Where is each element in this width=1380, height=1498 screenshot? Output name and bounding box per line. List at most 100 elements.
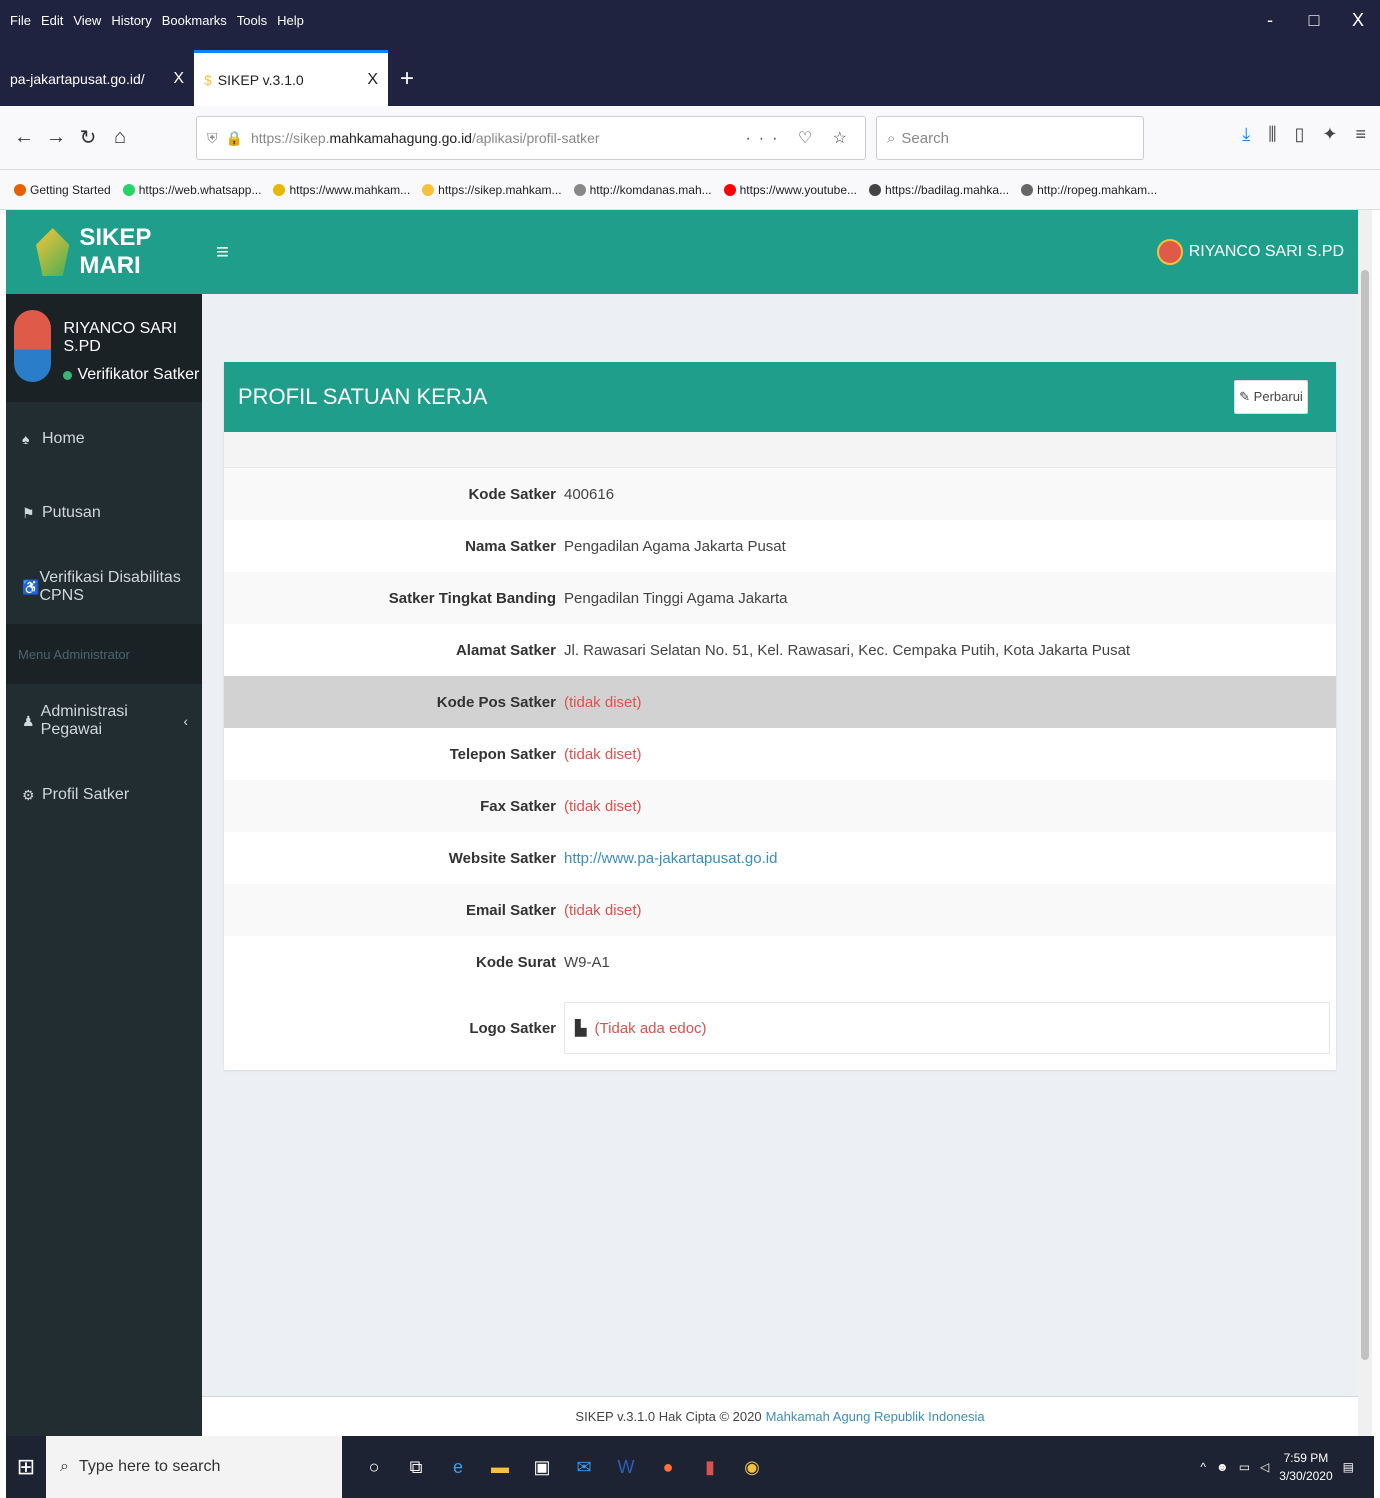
bookmark-item[interactable]: http://komdanas.mah... bbox=[573, 183, 712, 197]
maximize-button[interactable]: □ bbox=[1292, 10, 1336, 31]
sidebar-item-verifikasi-disabilitas[interactable]: ♿ Verifikasi Disabilitas CPNS bbox=[6, 550, 202, 624]
tab-sikep[interactable]: $ SIKEP v.3.1.0 X bbox=[194, 50, 388, 106]
bookmark-item[interactable]: Getting Started bbox=[14, 183, 111, 197]
bookmark-favicon-icon bbox=[1021, 183, 1034, 196]
menu-history[interactable]: History bbox=[111, 13, 151, 28]
file-explorer-icon[interactable]: ▬ bbox=[488, 1453, 512, 1481]
page-scrollbar[interactable] bbox=[1358, 210, 1372, 1436]
sidebar-item-label: Verifikasi Disabilitas CPNS bbox=[39, 569, 181, 604]
library-icon[interactable]: ⫼ bbox=[1268, 124, 1276, 145]
chrome-icon[interactable]: ◉ bbox=[740, 1453, 764, 1481]
people-icon[interactable]: ☻ bbox=[1216, 1460, 1229, 1474]
row-label: Telepon Satker bbox=[449, 745, 556, 763]
download-icon[interactable]: ⤓ bbox=[1242, 124, 1250, 145]
app-logo[interactable]: SIKEP MARI bbox=[6, 210, 202, 294]
windows-start-icon[interactable]: ⊞ bbox=[6, 1454, 46, 1480]
bookmark-item[interactable]: https://badilag.mahka... bbox=[869, 183, 1009, 197]
row-label: Kode Pos Satker bbox=[436, 693, 556, 711]
bookmark-item[interactable]: http://ropeg.mahkam... bbox=[1021, 183, 1157, 197]
sidebar-icon[interactable]: ▯ bbox=[1294, 124, 1304, 145]
minimize-button[interactable]: - bbox=[1248, 10, 1292, 31]
table-row: Telepon Satker (tidak diset) bbox=[224, 728, 1336, 780]
bookmark-label: https://sikep.mahkam... bbox=[438, 182, 562, 197]
sidebar-item-home[interactable]: ♠ Home bbox=[6, 402, 202, 476]
table-row: Email Satker (tidak diset) bbox=[224, 884, 1336, 936]
sidebar-item-label: Home bbox=[42, 430, 85, 447]
word-icon[interactable]: W bbox=[614, 1453, 638, 1481]
close-window-button[interactable]: X bbox=[1336, 10, 1380, 31]
online-status-icon bbox=[63, 370, 73, 380]
panel-divider bbox=[224, 432, 1336, 468]
avatar bbox=[14, 310, 52, 382]
menu-tools[interactable]: Tools bbox=[237, 13, 267, 28]
row-value: Pengadilan Tinggi Agama Jakarta bbox=[564, 589, 788, 607]
store-icon[interactable]: ▣ bbox=[530, 1453, 554, 1481]
back-icon[interactable]: ← bbox=[8, 126, 40, 149]
volume-icon[interactable]: ◁ bbox=[1260, 1460, 1269, 1474]
mail-icon[interactable]: ✉ bbox=[572, 1453, 596, 1481]
taskbar-search-placeholder: Type here to search bbox=[78, 1458, 221, 1475]
logo-gem-icon bbox=[36, 228, 70, 276]
home-icon[interactable]: ⌂ bbox=[104, 126, 136, 149]
page-actions-icon[interactable]: ··· ♡ ☆ bbox=[745, 128, 855, 148]
row-value: 400616 bbox=[564, 485, 615, 503]
url-bar[interactable]: ⛨ 🔒 https://sikep. mahkamahagung.go.id/ap… bbox=[196, 116, 866, 160]
row-label: Nama Satker bbox=[465, 537, 556, 555]
network-icon[interactable]: ▭ bbox=[1239, 1460, 1250, 1474]
bookmark-item[interactable]: https://web.whatsapp... bbox=[122, 183, 261, 197]
row-label: Kode Surat bbox=[475, 953, 556, 971]
update-button[interactable]: ✎ Perbarui bbox=[1234, 380, 1308, 414]
clock[interactable]: 7:59 PM 3/30/2020 bbox=[1279, 1449, 1332, 1485]
bookmark-label: https://badilag.mahka... bbox=[885, 182, 1010, 197]
extension-icon[interactable]: ✦ bbox=[1322, 124, 1337, 145]
footer-link[interactable]: Mahkamah Agung Republik Indonesia bbox=[766, 1409, 985, 1424]
sidebar-item-putusan[interactable]: ⚑ Putusan bbox=[6, 476, 202, 550]
row-label: Alamat Satker bbox=[455, 641, 556, 659]
firefox-icon[interactable]: ● bbox=[656, 1453, 680, 1481]
menu-help[interactable]: Help bbox=[277, 13, 304, 28]
tray-overflow-icon[interactable]: ^ bbox=[1200, 1460, 1206, 1474]
wheelchair-icon: ♿ bbox=[22, 578, 40, 595]
notifications-icon[interactable]: ▤ bbox=[1343, 1460, 1354, 1474]
table-row: Satker Tingkat Banding Pengadilan Tinggi … bbox=[224, 572, 1336, 624]
new-tab-button[interactable]: + bbox=[388, 52, 426, 106]
menu-file[interactable]: File bbox=[10, 13, 31, 28]
scrollbar-thumb[interactable] bbox=[1361, 270, 1369, 1360]
menu-edit[interactable]: Edit bbox=[41, 13, 63, 28]
bookmark-favicon-icon bbox=[14, 183, 26, 196]
search-input[interactable]: ⌕ Search bbox=[876, 116, 1144, 160]
bookmark-label: Getting Started bbox=[30, 182, 111, 197]
task-view-icon[interactable]: ⧉ bbox=[404, 1453, 428, 1481]
edge-icon[interactable]: e bbox=[446, 1453, 470, 1481]
sidebar-item-profil-satker[interactable]: ⚙ Profil Satker bbox=[6, 758, 202, 832]
main-content: PROFIL SATUAN KERJA ✎ Perbarui Kode Satk… bbox=[202, 294, 1358, 1396]
reload-icon[interactable]: ↻ bbox=[72, 125, 104, 150]
sidebar-item-administrasi-pegawai[interactable]: ♟ Administrasi Pegawai ‹ bbox=[6, 684, 202, 758]
user-menu[interactable]: RIYANCO SARI S.PD bbox=[1156, 239, 1344, 265]
bookmark-item[interactable]: https://www.youtube... bbox=[723, 182, 858, 197]
close-tab-icon[interactable]: X bbox=[173, 70, 184, 88]
forward-icon[interactable]: → bbox=[40, 126, 72, 149]
menu-bookmarks[interactable]: Bookmarks bbox=[162, 13, 227, 28]
row-value[interactable]: http://www.pa-jakartapusat.go.id bbox=[564, 850, 777, 867]
cortana-icon[interactable]: ○ bbox=[362, 1453, 386, 1481]
browser-menubar: File Edit View History Bookmarks Tools H… bbox=[0, 0, 1380, 40]
user-panel: RIYANCO SARI S.PD Verifikator Satker bbox=[6, 294, 202, 402]
shield-icon: ⛨ bbox=[207, 129, 218, 146]
bookmark-item[interactable]: https://sikep.mahkam... bbox=[422, 182, 562, 197]
bookmark-favicon-icon bbox=[273, 183, 286, 196]
profile-panel: PROFIL SATUAN KERJA ✎ Perbarui Kode Satk… bbox=[224, 362, 1336, 1070]
bookmark-item[interactable]: https://www.mahkam... bbox=[273, 183, 410, 197]
hamburger-menu-icon[interactable]: ≡ bbox=[1355, 124, 1366, 145]
taskbar-search-input[interactable]: ⌕ Type here to search bbox=[46, 1436, 342, 1498]
user-icon: ♟ bbox=[22, 712, 35, 729]
menu-view[interactable]: View bbox=[73, 13, 101, 28]
sidebar-toggle-icon[interactable]: ≡ bbox=[216, 239, 229, 265]
bookmark-label: https://www.youtube... bbox=[739, 182, 858, 197]
tab-pa-jakartapusat[interactable]: pa-jakartapusat.go.id/ X bbox=[0, 52, 194, 106]
row-label: Satker Tingkat Banding bbox=[388, 589, 556, 607]
pdf-icon[interactable]: ▮ bbox=[698, 1453, 722, 1481]
toolbar-icons: ⤓ ⫼ ▯ ✦ ≡ bbox=[1242, 124, 1366, 145]
time: 7:59 PM bbox=[1283, 1451, 1329, 1465]
close-tab-icon[interactable]: X bbox=[367, 71, 378, 89]
